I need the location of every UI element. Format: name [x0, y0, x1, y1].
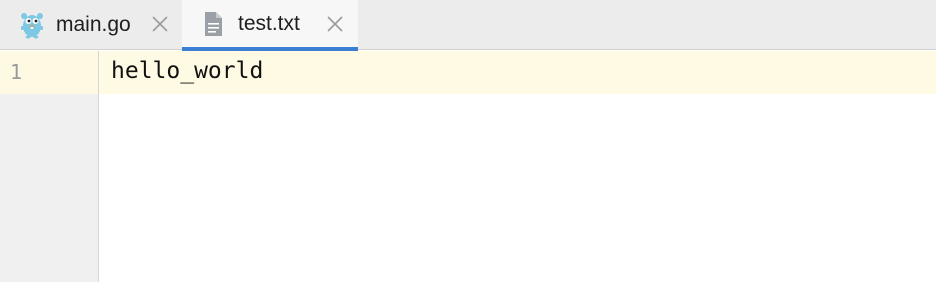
- close-icon[interactable]: [325, 14, 345, 34]
- tab-main-go[interactable]: main.go: [0, 0, 182, 50]
- tab-bar: main.go test.txt: [0, 0, 936, 51]
- gopher-icon: [20, 11, 44, 39]
- code-line[interactable]: hello_world: [111, 58, 263, 84]
- close-icon[interactable]: [150, 14, 170, 34]
- tab-test-txt[interactable]: test.txt: [182, 0, 358, 51]
- editor-window: main.go test.txt 1 hello_world: [0, 0, 936, 282]
- text-file-icon: [202, 10, 226, 38]
- line-number: 1: [10, 60, 23, 84]
- tab-label: main.go: [56, 13, 131, 36]
- tab-label: test.txt: [238, 11, 300, 35]
